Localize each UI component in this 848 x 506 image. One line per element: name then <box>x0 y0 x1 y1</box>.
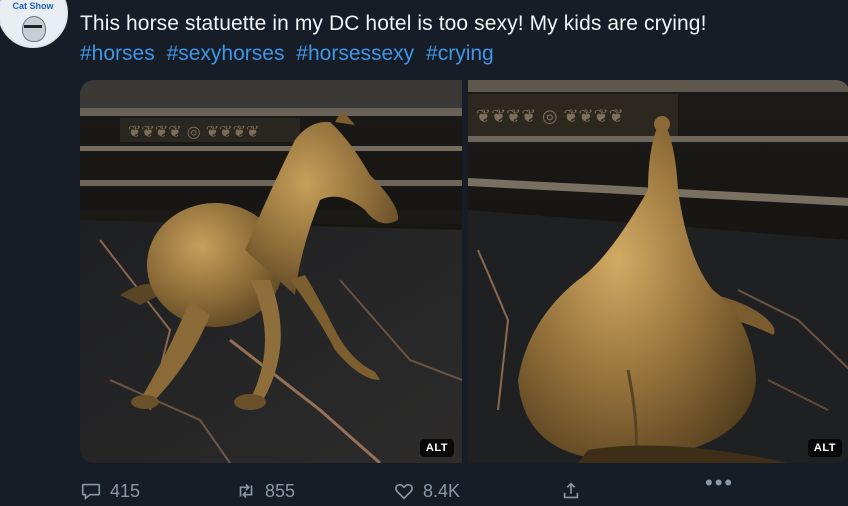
svg-text:❦❦❦❦ ◎ ❦❦❦❦: ❦❦❦❦ ◎ ❦❦❦❦ <box>476 106 624 127</box>
share-button[interactable] <box>560 480 582 502</box>
photo-horse-side[interactable]: ❦❦❦❦ ◎ ❦❦❦❦ ALT <box>80 80 462 463</box>
like-button[interactable]: 8.4K <box>393 480 460 502</box>
more-options-button[interactable]: ••• <box>705 470 734 496</box>
hashtag-row: #horses #sexyhorses #horsessexy #crying <box>80 39 500 69</box>
alt-badge[interactable]: ALT <box>419 439 454 457</box>
share-upload-icon <box>563 482 579 499</box>
heart-icon <box>395 483 413 500</box>
retweet-arrows-icon <box>239 483 253 499</box>
hashtag-link[interactable]: #crying <box>426 42 494 65</box>
speech-bubble-icon <box>81 483 101 501</box>
photo-horse-side-image: ❦❦❦❦ ◎ ❦❦❦❦ <box>80 80 462 463</box>
like-count: 8.4K <box>423 480 461 501</box>
svg-text:❦❦❦❦ ◎ ❦❦❦❦: ❦❦❦❦ ◎ ❦❦❦❦ <box>128 122 259 141</box>
ellipsis-icon: ••• <box>705 470 735 495</box>
hashtag-link[interactable]: #horses <box>80 42 155 65</box>
photo-horse-rear[interactable]: ❦❦❦❦ ◎ ❦❦❦❦ ALT <box>468 80 848 463</box>
hashtag-link[interactable]: #sexyhorses <box>167 42 285 65</box>
media-grid: ❦❦❦❦ ◎ ❦❦❦❦ ALT ❦❦❦❦ ◎ ❦❦❦❦ ALT <box>80 80 848 463</box>
avatar-glasses <box>24 25 42 28</box>
reply-button[interactable]: 415 <box>80 480 140 502</box>
avatar-face <box>22 16 46 42</box>
alt-badge[interactable]: ALT <box>807 439 842 457</box>
avatar[interactable]: Cat Show <box>0 0 68 48</box>
photo-horse-rear-image: ❦❦❦❦ ◎ ❦❦❦❦ <box>468 80 848 463</box>
tweet-text: This horse statuette in my DC hotel is t… <box>80 12 707 35</box>
action-bar: 415 855 8.4K ••• <box>80 470 840 506</box>
hashtag-link[interactable]: #horsessexy <box>296 42 414 65</box>
retweet-button[interactable]: 855 <box>235 480 295 502</box>
retweet-count: 855 <box>265 480 296 501</box>
reply-count: 415 <box>110 480 141 501</box>
